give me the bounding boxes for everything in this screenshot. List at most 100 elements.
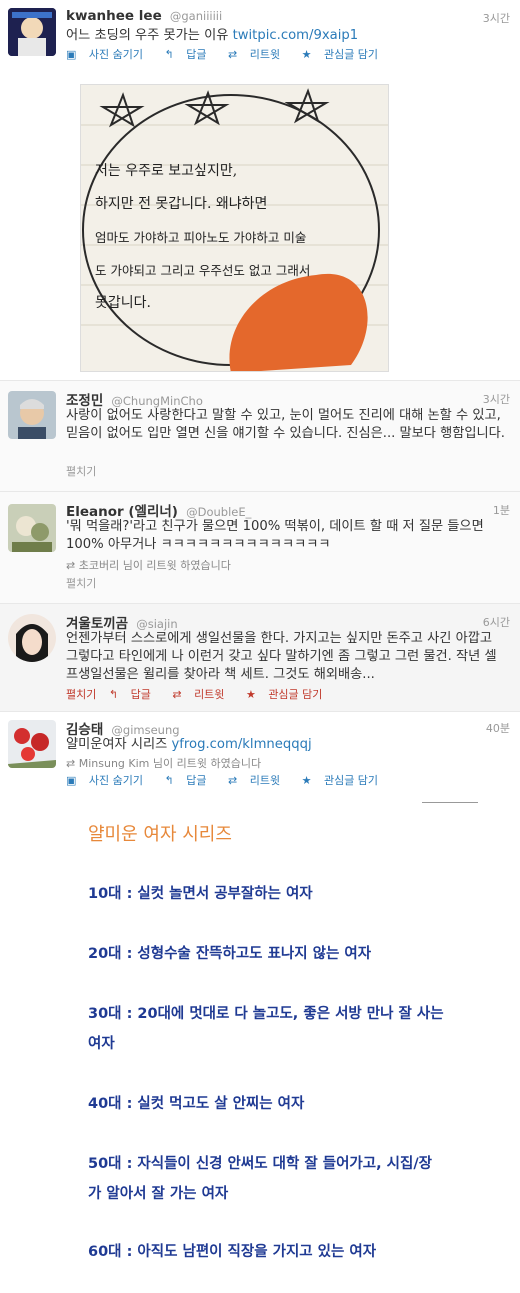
timestamp[interactable]: 3시간	[483, 10, 510, 26]
tweet-actions: ▣ 사진 숨기기 ↰ 답글 ⇄ 리트윗 ★ 관심글 담기	[66, 46, 396, 62]
divider	[422, 802, 478, 803]
reply-icon: ↰	[164, 48, 174, 61]
drawing-line: 못갑니다.	[95, 295, 151, 311]
drawing-text: 저는 우주로 보고싶지만, 하지만 전 못갑니다. 왜냐하면 엄마도 가야하고 …	[95, 155, 385, 320]
avatar-image-icon	[8, 504, 56, 552]
retweet-icon: ⇄	[66, 559, 76, 572]
tweet-header: 김승태 @gimseung	[66, 718, 180, 738]
avatar[interactable]	[8, 720, 56, 768]
avatar[interactable]	[8, 614, 56, 662]
photo-icon: ▣	[66, 774, 77, 787]
tweet-text-body: 얄미운여자 시리즈	[66, 737, 172, 752]
retweet-by-text[interactable]: 초코버리 님이 리트윗 하였습니다	[79, 559, 231, 572]
favorite-label: 관심글 담기	[268, 688, 323, 701]
retweet-icon: ⇄	[227, 48, 238, 61]
tweet-5: 김승태 @gimseung 40분 얄미운여자 시리즈 yfrog.com/kl…	[0, 712, 520, 790]
drawing-line: 도 가야되고 그리고 우주선도 없고 그래서	[95, 263, 311, 278]
expand-link[interactable]: 펼치기	[66, 575, 96, 591]
reply-button[interactable]: ↰ 답글	[165, 48, 216, 61]
hide-photo-button[interactable]: ▣ 사진 숨기기	[66, 774, 152, 787]
series-item: 40대 : 실컷 먹고도 살 안찌는 여자	[88, 1096, 305, 1112]
drawing-line: 하지만 전 못갑니다. 왜냐하면	[95, 196, 268, 212]
drawing-line: 엄마도 가야하고 피아노도 가야하고 미술	[95, 230, 307, 245]
tweet-text: 언젠가부터 스스로에게 생일선물을 한다. 가지고는 싶지만 돈주고 사긴 아깝…	[66, 631, 497, 682]
timestamp[interactable]: 6시간	[483, 614, 510, 630]
reply-label: 답글	[186, 48, 207, 61]
retweet-label: 리트윗	[249, 774, 281, 787]
tweet-header: 겨울토끼곰 @siajin	[66, 612, 178, 632]
hide-photo-label: 사진 숨기기	[88, 774, 144, 787]
retweet-button[interactable]: ⇄ 리트윗	[228, 48, 289, 61]
expand-link[interactable]: 펼치기	[66, 688, 96, 701]
retweet-icon: ⇄	[172, 688, 182, 701]
retweet-notice: ⇄ 초코버리 님이 리트윗 하였습니다	[66, 557, 231, 573]
retweet-notice: ⇄ Minsung Kim 님이 리트윗 하였습니다	[66, 755, 261, 771]
reply-icon: ↰	[108, 688, 119, 701]
tweet-header: kwanhee lee @ganiiiiii	[66, 8, 222, 24]
avatar[interactable]	[8, 504, 56, 552]
photo-icon: ▣	[66, 48, 77, 61]
tweet-text: 어느 초딩의 우주 못가는 이유 twitpic.com/9xaip1	[66, 27, 506, 45]
tweet-2: 조정민 @ChungMinCho 3시간 사랑이 없어도 사랑한다고 말할 수 …	[0, 380, 520, 492]
timestamp[interactable]: 40분	[486, 720, 510, 736]
user-handle[interactable]: @gimseung	[111, 723, 179, 737]
avatar-image-icon	[8, 720, 56, 768]
tweet-text: 얄미운여자 시리즈 yfrog.com/klmneqqqj	[66, 736, 506, 754]
favorite-button[interactable]: ★ 관심글 담기	[302, 774, 387, 787]
timestamp[interactable]: 3시간	[483, 391, 510, 407]
drawing-line: 저는 우주로 보고싶지만,	[95, 163, 238, 179]
series-image[interactable]: 얄미운 여자 시리즈 10대 : 실컷 놀면서 공부잘하는 여자 20대 : 성…	[0, 790, 520, 1293]
tweet-header: Eleanor (엘리너) @DoubleE_	[66, 500, 251, 520]
retweet-label: 리트윗	[194, 688, 225, 701]
tweet-actions: ▣ 사진 숨기기 ↰ 답글 ⇄ 리트윗 ★ 관심글 담기	[66, 772, 396, 788]
favorite-label: 관심글 담기	[323, 774, 379, 787]
reply-icon: ↰	[164, 774, 174, 787]
series-item: 가 알아서 잘 가는 여자	[88, 1186, 229, 1202]
star-icon: ★	[301, 774, 312, 787]
reply-label: 답글	[186, 774, 207, 787]
tweet-actions: 펼치기 ↰ 답글 ⇄ 리트윗 ★ 관심글 담기	[66, 686, 340, 702]
favorite-button[interactable]: ★ 관심글 담기	[302, 48, 387, 61]
star-icon: ★	[301, 48, 312, 61]
retweet-label: 리트윗	[249, 48, 281, 61]
tweet-text-body: 어느 초딩의 우주 못가는 이유	[66, 28, 233, 43]
retweet-button[interactable]: ⇄ 리트윗	[228, 774, 289, 787]
tweet-header: 조정민 @ChungMinCho	[66, 389, 203, 409]
series-item: 50대 : 자식들이 신경 안써도 대학 잘 들어가고, 시집/장	[88, 1156, 432, 1172]
hide-photo-label: 사진 숨기기	[88, 48, 144, 61]
tweet-4: 겨울토끼곰 @siajin 6시간 언젠가부터 스스로에게 생일선물을 한다. …	[0, 604, 520, 712]
retweet-icon: ⇄	[227, 774, 238, 787]
tweet-text: 사랑이 없어도 사랑한다고 말할 수 있고, 눈이 멀어도 진리에 대해 논할 …	[66, 408, 505, 441]
timestamp[interactable]: 1분	[493, 502, 510, 518]
avatar[interactable]	[8, 8, 56, 56]
reply-button[interactable]: ↰ 답글	[109, 688, 160, 701]
tweet-3: Eleanor (엘리너) @DoubleE_ 1분 '뭐 먹을래?'라고 친구…	[0, 492, 520, 604]
avatar[interactable]	[8, 391, 56, 439]
retweet-icon: ⇄	[66, 757, 76, 770]
user-name[interactable]: kwanhee lee	[66, 8, 162, 24]
retweet-by-text[interactable]: Minsung Kim 님이 리트윗 하였습니다	[79, 757, 261, 770]
avatar-image-icon	[8, 614, 56, 662]
reply-button[interactable]: ↰ 답글	[165, 774, 216, 787]
favorite-button[interactable]: ★ 관심글 담기	[246, 688, 331, 701]
series-item: 여자	[88, 1036, 115, 1052]
avatar-image-icon	[8, 391, 56, 439]
series-item: 10대 : 실컷 놀면서 공부잘하는 여자	[88, 886, 313, 902]
retweet-button[interactable]: ⇄ 리트윗	[172, 688, 233, 701]
user-handle[interactable]: @DoubleE_	[186, 505, 251, 519]
series-item: 60대 : 아직도 남편이 직장을 가지고 있는 여자	[88, 1244, 377, 1260]
expand-link[interactable]: 펼치기	[66, 463, 96, 479]
hide-photo-button[interactable]: ▣ 사진 숨기기	[66, 48, 152, 61]
tweet-text: '뭐 먹을래?'라고 친구가 물으면 100% 떡볶이, 데이트 할 때 저 질…	[66, 519, 484, 552]
star-icon: ★	[245, 688, 256, 701]
tweet-link[interactable]: twitpic.com/9xaip1	[233, 28, 359, 43]
user-handle[interactable]: @ganiiiiii	[170, 9, 222, 23]
user-handle[interactable]: @siajin	[136, 617, 177, 631]
user-handle[interactable]: @ChungMinCho	[111, 394, 202, 408]
favorite-label: 관심글 담기	[323, 48, 379, 61]
avatar-image-icon	[8, 8, 56, 56]
tweet-photo[interactable]: 저는 우주로 보고싶지만, 하지만 전 못갑니다. 왜냐하면 엄마도 가야하고 …	[80, 84, 389, 372]
tweet-link[interactable]: yfrog.com/klmneqqqj	[171, 737, 311, 752]
series-title: 얄미운 여자 시리즈	[88, 824, 232, 845]
series-item: 20대 : 성형수술 잔뜩하고도 표나지 않는 여자	[88, 946, 372, 962]
